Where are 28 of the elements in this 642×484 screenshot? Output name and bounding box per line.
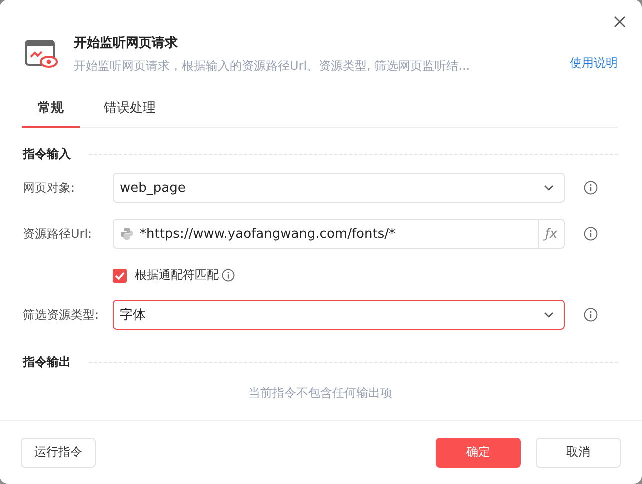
field-label: 网页对象: — [23, 180, 76, 196]
info-icon — [584, 227, 598, 241]
select-field[interactable]: web_page — [113, 173, 565, 203]
close-button[interactable] — [612, 14, 628, 30]
monitor-eye-icon — [25, 40, 58, 70]
tab[interactable]: 错误处理 — [88, 95, 172, 128]
empty-output-text: 当前指令不包含任何输出项 — [248, 385, 394, 402]
section-title: 指令输入 — [23, 146, 71, 163]
function-button[interactable]: ƒx — [538, 220, 564, 248]
url-field[interactable]: *https://www.yaofangwang.com/fonts/* ƒx — [113, 219, 565, 249]
section-title: 指令输出 — [23, 354, 71, 371]
checkbox-label: 根据通配符匹配 — [135, 267, 219, 284]
run-button[interactable]: 运行指令 — [21, 438, 96, 468]
cancel-button[interactable]: 取消 — [536, 438, 621, 468]
python-icon — [120, 227, 134, 241]
tab[interactable]: 常规 — [22, 95, 80, 128]
field-label: 资源路径Url: — [23, 226, 94, 242]
dialog-title: 开始监听网页请求 — [74, 35, 179, 52]
field-label: 筛选资源类型: — [23, 306, 100, 324]
chevron-down-icon — [544, 312, 554, 318]
info-icon — [584, 181, 598, 195]
help-link[interactable]: 使用说明 — [570, 55, 618, 72]
select-field[interactable]: 字体 — [113, 300, 565, 330]
checkbox[interactable] — [113, 268, 127, 282]
info-icon — [222, 269, 235, 282]
info-icon — [584, 308, 598, 322]
dialog-description: 开始监听网页请求，根据输入的资源路径Url、资源类型, 筛选网页监听结... — [74, 58, 472, 75]
chevron-down-icon — [544, 185, 554, 191]
